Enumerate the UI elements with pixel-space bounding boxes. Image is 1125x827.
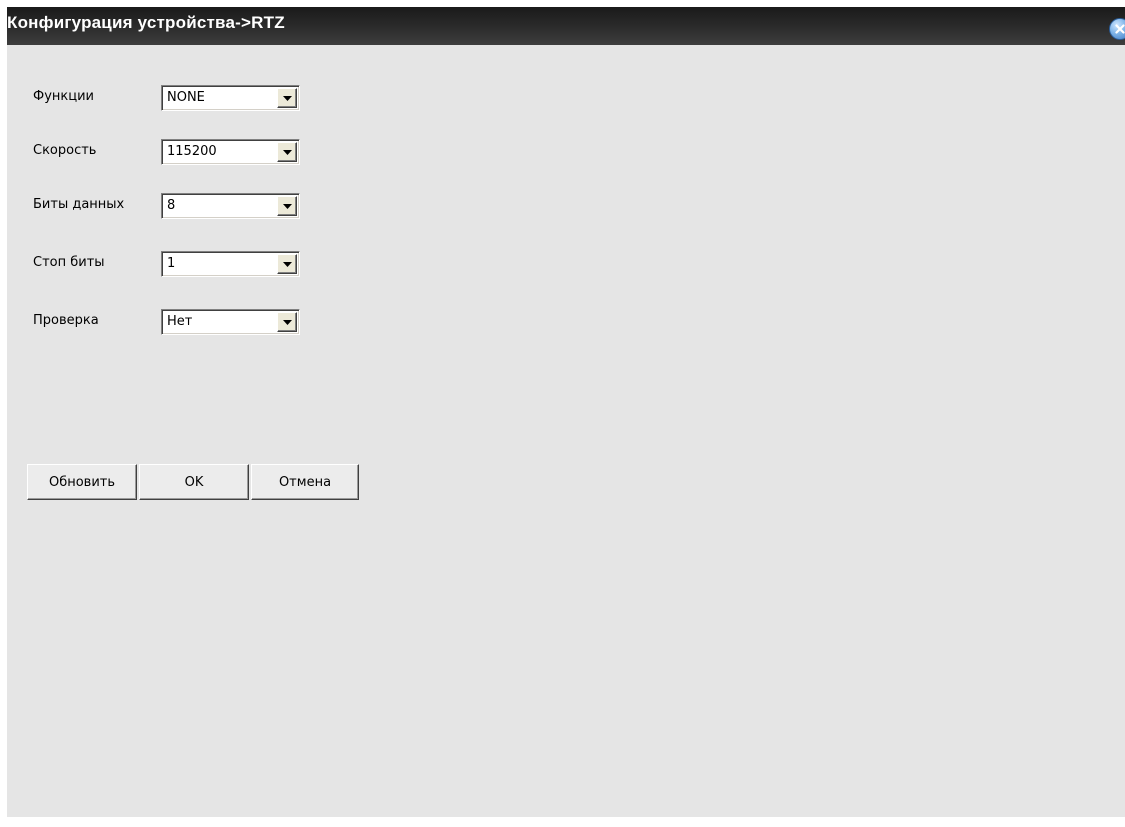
functions-select[interactable]: NONE (161, 85, 300, 111)
chevron-down-icon (282, 319, 292, 325)
dropdown-arrow-button[interactable] (277, 312, 297, 332)
stop-bits-label: Стоп биты (33, 255, 105, 270)
dropdown-arrow-button[interactable] (277, 88, 297, 108)
chevron-down-icon (282, 203, 292, 209)
data-bits-select[interactable]: 8 (161, 193, 300, 219)
parity-value: Нет (167, 314, 193, 329)
ok-button[interactable]: OK (139, 464, 249, 500)
refresh-button[interactable]: Обновить (27, 464, 137, 500)
chevron-down-icon (282, 261, 292, 267)
data-bits-label: Биты данных (33, 197, 125, 212)
window-title: Конфигурация устройства->RTZ (7, 13, 285, 32)
speed-select[interactable]: 115200 (161, 139, 300, 165)
title-bar: Конфигурация устройства->RTZ (7, 7, 1125, 45)
functions-value: NONE (167, 90, 205, 105)
config-window: Конфигурация устройства->RTZ Функции NON… (7, 7, 1125, 817)
parity-select[interactable]: Нет (161, 309, 300, 335)
stop-bits-value: 1 (167, 256, 176, 271)
close-button[interactable] (1109, 18, 1125, 40)
speed-label: Скорость (33, 143, 97, 158)
speed-value: 115200 (167, 144, 217, 159)
parity-label: Проверка (33, 313, 99, 328)
close-icon (1115, 24, 1125, 34)
data-bits-value: 8 (167, 198, 176, 213)
functions-label: Функции (33, 89, 94, 104)
dropdown-arrow-button[interactable] (277, 196, 297, 216)
stop-bits-select[interactable]: 1 (161, 251, 300, 277)
cancel-button[interactable]: Отмена (251, 464, 359, 500)
dropdown-arrow-button[interactable] (277, 142, 297, 162)
chevron-down-icon (282, 149, 292, 155)
chevron-down-icon (282, 95, 292, 101)
dropdown-arrow-button[interactable] (277, 254, 297, 274)
